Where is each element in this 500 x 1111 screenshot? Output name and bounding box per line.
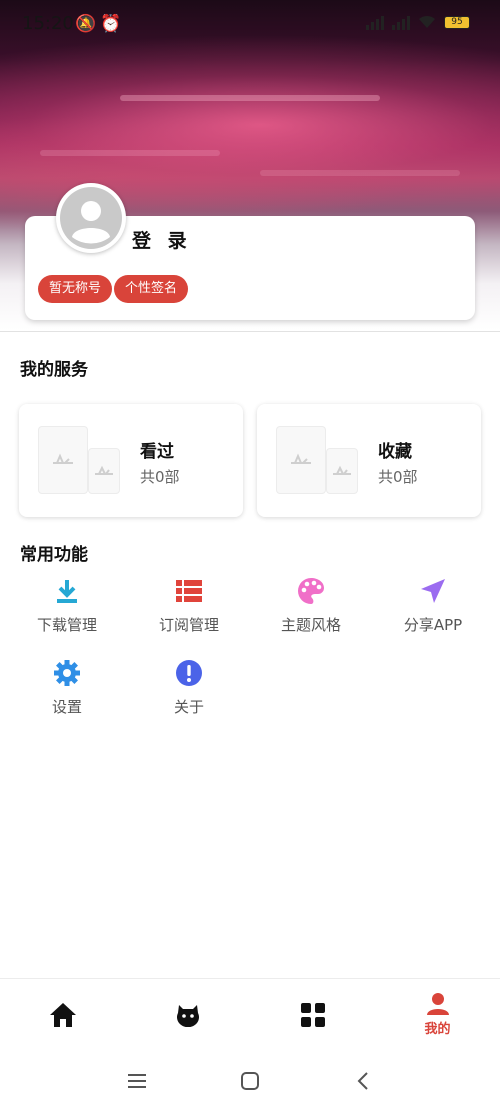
settings-label: 设置 <box>51 698 82 716</box>
menu-icon <box>128 1074 146 1088</box>
status-indicators: 95 <box>366 14 470 30</box>
download-manager-button[interactable]: 下载管理 <box>7 576 127 635</box>
signal-icon <box>366 14 384 30</box>
default-avatar-icon <box>60 187 122 249</box>
share-icon <box>418 576 448 606</box>
system-home-button[interactable] <box>235 1066 265 1096</box>
system-nav-bar <box>0 1050 500 1111</box>
nav-mine-label: 我的 <box>424 1022 451 1037</box>
theme-style-label: 主题风格 <box>280 616 341 634</box>
gear-icon <box>52 658 82 688</box>
share-app-button[interactable]: 分享APP <box>373 576 493 635</box>
list-icon <box>174 576 204 606</box>
services-title: 我的服务 <box>20 360 88 380</box>
thumbnail-placeholder <box>38 426 88 494</box>
info-icon <box>174 658 204 688</box>
favorites-card[interactable]: 收藏 共0部 <box>257 404 481 517</box>
airplane-icon <box>333 465 351 475</box>
alarm-icon: ⏰ <box>100 14 126 34</box>
nickname-tag[interactable]: 暂无称号 <box>38 275 113 303</box>
status-notification-icons: 🔕⏰ <box>75 14 125 34</box>
favorites-count: 共0部 <box>378 468 418 486</box>
functions-title: 常用功能 <box>20 545 88 565</box>
grid-icon <box>300 1003 325 1027</box>
system-menu-button[interactable] <box>122 1066 152 1096</box>
history-label: 看过 <box>140 442 174 462</box>
thumbnail-placeholder <box>276 426 326 494</box>
download-manager-label: 下载管理 <box>36 616 97 634</box>
mascot-icon <box>176 1005 199 1027</box>
subscription-manager-label: 订阅管理 <box>158 616 219 634</box>
settings-button[interactable]: 设置 <box>7 658 127 717</box>
login-button[interactable]: 登 录 <box>132 226 192 253</box>
airplane-icon <box>95 465 113 475</box>
thumbnail-placeholder <box>88 448 120 494</box>
palette-icon <box>296 576 326 606</box>
airplane-icon <box>291 453 311 464</box>
nav-discover[interactable] <box>125 979 250 1051</box>
share-app-label: 分享APP <box>403 616 463 634</box>
thumbnail-placeholder <box>326 448 358 494</box>
theme-style-button[interactable]: 主题风格 <box>251 576 371 635</box>
avatar[interactable] <box>56 183 126 253</box>
airplane-icon <box>53 453 73 464</box>
bottom-nav: 我的 <box>0 978 500 1050</box>
back-icon <box>357 1072 368 1090</box>
signature-tag[interactable]: 个性签名 <box>114 275 189 303</box>
person-icon <box>426 993 449 1015</box>
silent-bell-icon: 🔕 <box>75 14 101 34</box>
status-time: 15:20 <box>22 13 74 34</box>
nav-categories[interactable] <box>250 979 375 1051</box>
system-back-button[interactable] <box>348 1066 378 1096</box>
subscription-manager-button[interactable]: 订阅管理 <box>129 576 249 635</box>
home-icon <box>49 1003 76 1027</box>
history-count: 共0部 <box>140 468 180 486</box>
nav-home[interactable] <box>0 979 125 1051</box>
wifi-icon <box>419 15 435 28</box>
nav-mine[interactable]: 我的 <box>375 979 500 1051</box>
history-card[interactable]: 看过 共0部 <box>19 404 243 517</box>
favorites-label: 收藏 <box>378 442 412 462</box>
download-icon <box>52 576 82 606</box>
status-bar: 15:20 🔕⏰ 95 <box>0 0 500 50</box>
about-button[interactable]: 关于 <box>129 658 249 717</box>
divider <box>0 331 500 332</box>
signal-icon <box>392 14 410 30</box>
battery-icon: 95 <box>444 15 470 29</box>
about-label: 关于 <box>173 698 204 716</box>
home-square-icon <box>241 1072 259 1090</box>
